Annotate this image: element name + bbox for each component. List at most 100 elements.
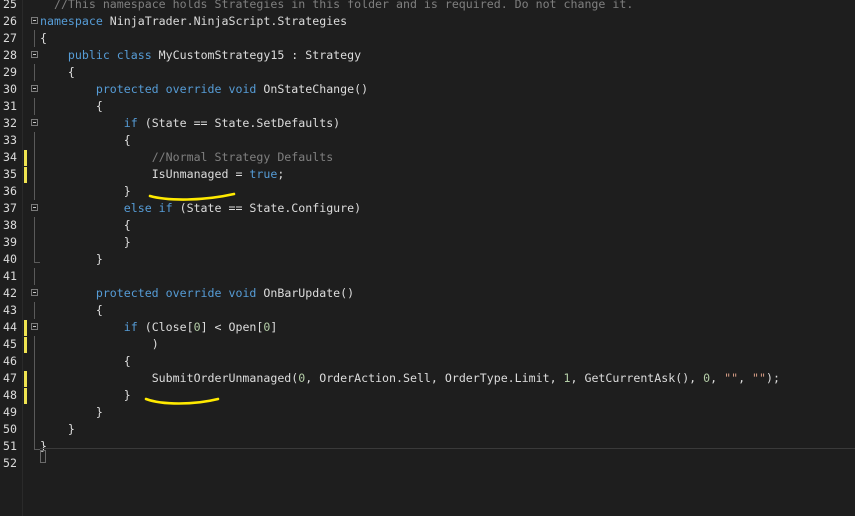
- code-line[interactable]: 39 }: [0, 234, 855, 251]
- code-token: 0: [193, 320, 201, 334]
- code-editor[interactable]: 25 //This namespace holds Strategies in …: [0, 0, 855, 516]
- code-line[interactable]: 43 {: [0, 302, 855, 319]
- collapse-icon[interactable]: [31, 119, 38, 126]
- code-line[interactable]: 44 if (Close[0] < Open[0]: [0, 319, 855, 336]
- annotation-underline-submitorder: [144, 397, 220, 405]
- line-number: 52: [3, 456, 17, 470]
- code-text: }: [40, 183, 131, 200]
- code-line[interactable]: 29 {: [0, 64, 855, 81]
- line-number: 37: [3, 201, 17, 215]
- code-line[interactable]: 25 //This namespace holds Strategies in …: [0, 0, 855, 13]
- code-text: ): [40, 336, 159, 353]
- line-number: 28: [3, 48, 17, 62]
- code-line[interactable]: 36 }: [0, 183, 855, 200]
- collapse-icon[interactable]: [31, 51, 38, 58]
- code-token: }: [95, 252, 103, 266]
- code-line[interactable]: 30 protected override void OnStateChange…: [0, 81, 855, 98]
- code-line[interactable]: 27 {: [0, 30, 855, 47]
- code-line[interactable]: 46 {: [0, 353, 855, 370]
- code-line[interactable]: 49 }: [0, 404, 855, 421]
- code-line[interactable]: 33 {: [0, 132, 855, 149]
- code-line[interactable]: 37 else if (State == State.Configure): [0, 200, 855, 217]
- code-token: );: [766, 371, 780, 385]
- code-line[interactable]: 31 {: [0, 98, 855, 115]
- fold-guide: [34, 370, 35, 387]
- current-line-separator: [40, 448, 855, 449]
- line-number: 29: [3, 65, 17, 79]
- fold-guide: [34, 132, 35, 149]
- collapse-icon[interactable]: [31, 85, 38, 92]
- code-line[interactable]: 45 ): [0, 336, 855, 353]
- code-text: {: [40, 30, 47, 47]
- code-text: {: [40, 132, 131, 149]
- code-token: override: [165, 82, 222, 96]
- code-token: protected: [95, 82, 159, 96]
- collapse-icon[interactable]: [31, 289, 38, 296]
- line-number: 51: [3, 439, 17, 453]
- code-line[interactable]: 51}: [0, 438, 855, 455]
- fold-guide: [34, 98, 35, 115]
- code-token: IsUnmanaged =: [151, 167, 250, 181]
- code-line[interactable]: 50 }: [0, 421, 855, 438]
- code-token: (State == State.SetDefaults): [137, 116, 341, 130]
- code-line[interactable]: 35 IsUnmanaged = true;: [0, 166, 855, 183]
- code-text: {: [40, 353, 131, 370]
- line-number: 38: [3, 218, 17, 232]
- line-number: 45: [3, 337, 17, 351]
- line-number: 34: [3, 150, 17, 164]
- code-line[interactable]: 34 //Normal Strategy Defaults: [0, 149, 855, 166]
- change-marker: [24, 150, 27, 166]
- code-line[interactable]: 48 }: [0, 387, 855, 404]
- fold-guide: [34, 64, 35, 81]
- code-line[interactable]: 28 public class MyCustomStrategy15 : Str…: [0, 47, 855, 64]
- code-line[interactable]: 42 protected override void OnBarUpdate(): [0, 285, 855, 302]
- collapse-icon[interactable]: [31, 204, 38, 211]
- code-line[interactable]: 26 namespace NinjaTrader.NinjaScript.Stra…: [0, 13, 855, 30]
- code-text: {: [40, 98, 103, 115]
- code-text: public class MyCustomStrategy15 : Strate…: [40, 47, 361, 64]
- line-number: 50: [3, 422, 17, 436]
- code-line[interactable]: 32 if (State == State.SetDefaults): [0, 115, 855, 132]
- code-token: {: [123, 354, 131, 368]
- change-marker: [24, 371, 27, 387]
- code-token: ,: [710, 371, 725, 385]
- collapse-icon[interactable]: [31, 17, 38, 24]
- code-text: //Normal Strategy Defaults: [40, 149, 333, 166]
- code-token: protected: [95, 286, 159, 300]
- collapse-icon[interactable]: [31, 323, 38, 330]
- code-token: ]: [270, 320, 278, 334]
- code-token: {: [123, 133, 131, 147]
- fold-guide: [34, 183, 35, 200]
- code-text: protected override void OnStateChange(): [40, 81, 368, 98]
- code-token: public: [67, 48, 110, 62]
- code-line[interactable]: 52: [0, 455, 855, 472]
- code-line[interactable]: 38 {: [0, 217, 855, 234]
- code-token: {: [95, 303, 103, 317]
- code-text: if (State == State.SetDefaults): [40, 115, 340, 132]
- code-line[interactable]: 47 SubmitOrderUnmanaged(0, OrderAction.S…: [0, 370, 855, 387]
- fold-guide: [34, 149, 35, 166]
- code-token: //Normal Strategy Defaults: [151, 150, 334, 164]
- code-token: (Close[: [137, 320, 194, 334]
- change-marker: [24, 320, 27, 336]
- code-text: SubmitOrderUnmanaged(0, OrderAction.Sell…: [40, 370, 780, 387]
- code-line[interactable]: 40 }: [0, 251, 855, 268]
- code-text: //This namespace holds Strategies in thi…: [40, 0, 633, 13]
- code-line[interactable]: 41: [0, 268, 855, 285]
- change-marker: [24, 388, 27, 404]
- line-number: 44: [3, 320, 17, 334]
- code-token: }: [123, 388, 131, 402]
- code-text: protected override void OnBarUpdate(): [40, 285, 354, 302]
- code-token: }: [123, 235, 131, 249]
